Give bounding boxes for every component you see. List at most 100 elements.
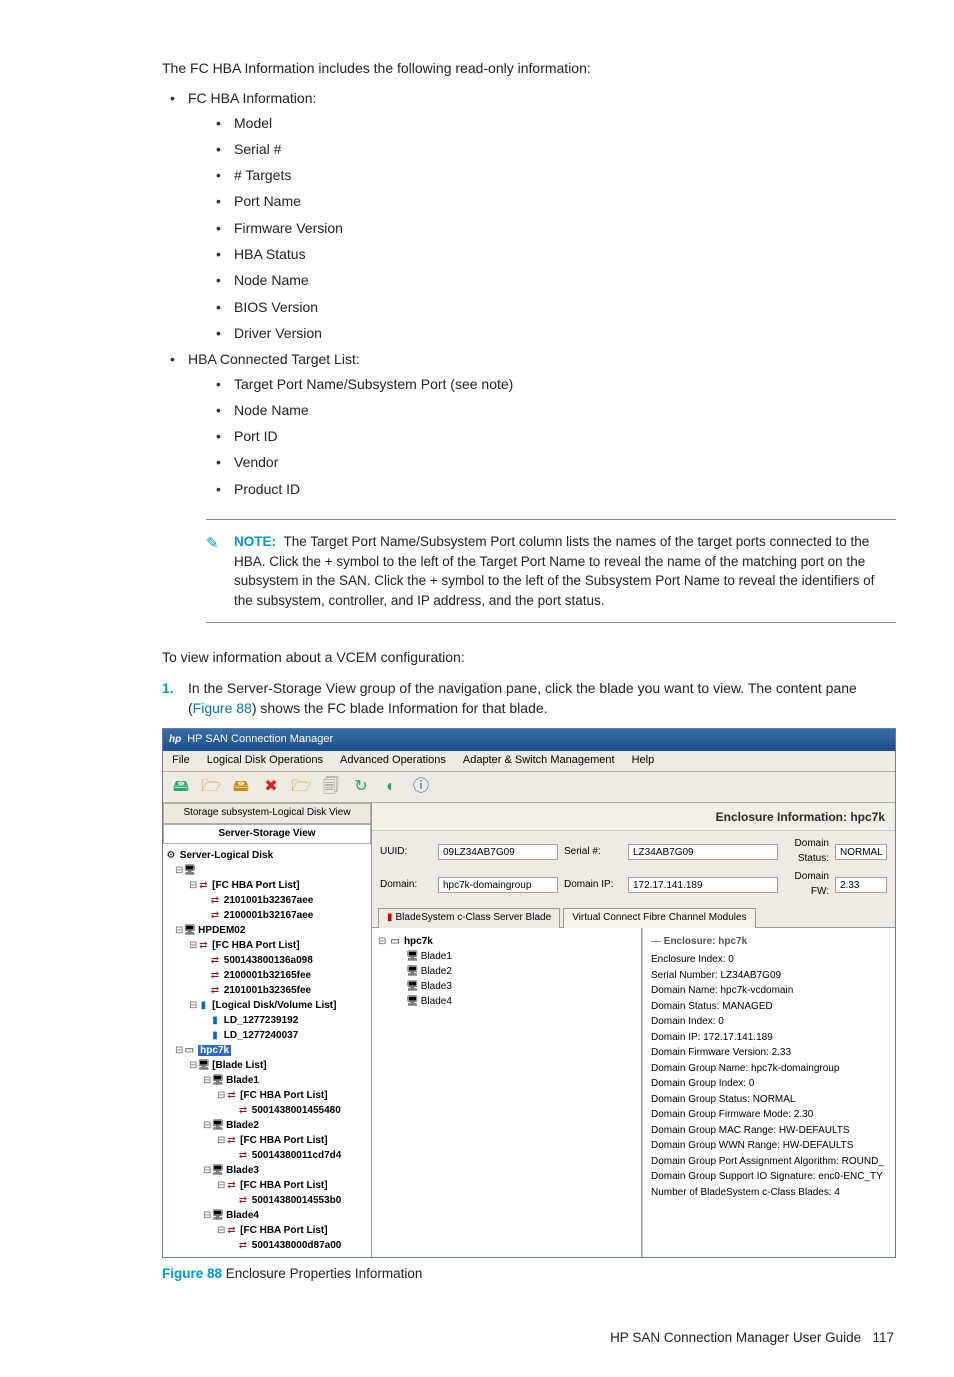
tab-blade-system[interactable]: ▮BladeSystem c-Class Server Blade bbox=[378, 908, 560, 928]
tree-item[interactable]: Blade4 bbox=[421, 996, 452, 1007]
detail-row: Enclosure Index: 0 bbox=[651, 952, 887, 968]
list-item: Target Port Name/Subsystem Port (see not… bbox=[188, 374, 896, 394]
detail-row: Domain Index: 0 bbox=[651, 1014, 887, 1030]
list-item: Serial # bbox=[188, 139, 896, 159]
step-text: In the Server-Storage View group of the … bbox=[188, 678, 896, 719]
detail-row: Domain Group Status: NORMAL bbox=[651, 1092, 887, 1108]
tree-item[interactable]: [Blade List] bbox=[212, 1060, 266, 1071]
detail-row: Domain Group MAC Range: HW-DEFAULTS bbox=[651, 1123, 887, 1139]
domain-fw-value: 2.33 bbox=[835, 877, 887, 893]
menu-help[interactable]: Help bbox=[625, 754, 662, 766]
tree-item[interactable]: Blade3 bbox=[421, 981, 452, 992]
note-block: ✎ NOTE: The Target Port Name/Subsystem P… bbox=[206, 519, 896, 623]
delete-icon[interactable]: ✖ bbox=[259, 775, 283, 799]
detail-row: Domain IP: 172.17.141.189 bbox=[651, 1030, 887, 1046]
list-item: Node Name bbox=[188, 400, 896, 420]
footer-title: HP SAN Connection Manager User Guide bbox=[610, 1330, 861, 1345]
tab-virtual-connect[interactable]: Virtual Connect Fibre Channel Modules bbox=[563, 908, 755, 928]
tree-item[interactable]: LD_1277240037 bbox=[224, 1030, 299, 1041]
tool-icon[interactable]: ◐ bbox=[379, 775, 403, 799]
tree-item[interactable]: [FC HBA Port List] bbox=[240, 1090, 327, 1101]
tree-item[interactable]: Blade2 bbox=[226, 1120, 259, 1131]
tree-item[interactable]: 500143800136a098 bbox=[224, 955, 313, 966]
detail-header: Enclosure: hpc7k bbox=[651, 934, 887, 950]
divider bbox=[206, 519, 896, 520]
tool-icon[interactable]: 🖴 bbox=[229, 775, 253, 799]
tree-item[interactable]: Blade2 bbox=[421, 966, 452, 977]
tree-item[interactable]: [FC HBA Port List] bbox=[240, 1180, 327, 1191]
blade-tree[interactable]: ⊟ ▭ hpc7k 🖥 Blade1 🖥 Blade2 🖥 Blade3 🖥 B… bbox=[372, 928, 642, 1257]
menu-file[interactable]: File bbox=[165, 754, 197, 766]
tree-item[interactable]: 5001438000d87a00 bbox=[252, 1240, 342, 1251]
main-list: FC HBA Information: Model Serial # # Tar… bbox=[162, 88, 896, 499]
disk-icon[interactable]: 🖴 bbox=[169, 775, 193, 799]
domain-ip-value: 172.17.141.189 bbox=[628, 877, 778, 893]
tool-icon[interactable]: 🗐 bbox=[319, 775, 343, 799]
tree-item[interactable]: 2101001b32365fee bbox=[224, 985, 311, 996]
tree-item[interactable]: Blade4 bbox=[226, 1210, 259, 1221]
tree-item[interactable]: Blade3 bbox=[226, 1165, 259, 1176]
blade-icon: ▮ bbox=[387, 912, 393, 923]
navigation-pane: Storage subsystem-Logical Disk View Serv… bbox=[163, 803, 372, 1257]
view-tab-server[interactable]: Server-Storage View bbox=[163, 824, 371, 845]
content-tabs: ▮BladeSystem c-Class Server Blade Virtua… bbox=[372, 905, 895, 927]
tree-item[interactable]: Blade1 bbox=[226, 1075, 259, 1086]
tree-item[interactable]: HPDEM02 bbox=[198, 925, 245, 936]
tree-item[interactable]: 2100001b32167aee bbox=[224, 910, 314, 921]
figure-reference[interactable]: Figure 88 bbox=[193, 700, 252, 716]
note-text: NOTE: The Target Port Name/Subsystem Por… bbox=[234, 532, 896, 610]
tree-item[interactable]: 2101001b32367aee bbox=[224, 895, 314, 906]
tree-item[interactable]: [FC HBA Port List] bbox=[240, 1225, 327, 1236]
tree-root[interactable]: Server-Logical Disk bbox=[180, 850, 273, 861]
detail-row: Domain Firmware Version: 2.33 bbox=[651, 1045, 887, 1061]
app-window: hp HP SAN Connection Manager File Logica… bbox=[162, 728, 896, 1258]
menu-logical-disk[interactable]: Logical Disk Operations bbox=[200, 754, 330, 766]
list-item: Node Name bbox=[188, 270, 896, 290]
info-grid: UUID: 09LZ34AB7G09 Serial #: LZ34AB7G09 … bbox=[372, 831, 895, 905]
tree-item[interactable]: [FC HBA Port List] bbox=[240, 1135, 327, 1146]
tree-item[interactable]: 5001438001455480 bbox=[252, 1105, 341, 1116]
tool-icon[interactable]: 🗁 bbox=[199, 775, 223, 799]
list-item: Vendor bbox=[188, 452, 896, 472]
list-item: Port Name bbox=[188, 191, 896, 211]
menubar: File Logical Disk Operations Advanced Op… bbox=[163, 751, 895, 772]
domain-status-value: NORMAL bbox=[835, 844, 887, 860]
step-1: 1. In the Server-Storage View group of t… bbox=[162, 678, 896, 719]
sublist-2: Target Port Name/Subsystem Port (see not… bbox=[188, 374, 896, 499]
uuid-label: UUID: bbox=[380, 845, 432, 860]
domain-fw-label: Domain FW: bbox=[784, 870, 829, 899]
domain-value: hpc7k-domaingroup bbox=[438, 877, 558, 893]
tree-item[interactable]: LD_1277239192 bbox=[224, 1015, 299, 1026]
tree-root[interactable]: hpc7k bbox=[404, 936, 433, 947]
sublist-1: Model Serial # # Targets Port Name Firmw… bbox=[188, 113, 896, 344]
menu-adapter-switch[interactable]: Adapter & Switch Management bbox=[456, 754, 622, 766]
nav-tree[interactable]: ⚙ Server-Logical Disk ⊟🖥 ⊟⇄ [FC HBA Port… bbox=[163, 844, 371, 1257]
hp-logo-icon: hp bbox=[169, 733, 181, 748]
refresh-icon[interactable]: ↻ bbox=[349, 775, 373, 799]
detail-row: Number of BladeSystem c-Class Blades: 4 bbox=[651, 1185, 887, 1201]
list-item: HBA Status bbox=[188, 244, 896, 264]
list-item: Model bbox=[188, 113, 896, 133]
tree-item[interactable]: [FC HBA Port List] bbox=[212, 880, 299, 891]
detail-row: Serial Number: LZ34AB7G09 bbox=[651, 968, 887, 984]
tree-item[interactable]: 50014380011cd7d4 bbox=[252, 1150, 342, 1161]
tree-item[interactable]: 2100001b32165fee bbox=[224, 970, 311, 981]
tree-item[interactable]: [Logical Disk/Volume List] bbox=[212, 1000, 336, 1011]
view-tab-storage[interactable]: Storage subsystem-Logical Disk View bbox=[163, 803, 371, 824]
serial-label: Serial #: bbox=[564, 845, 622, 860]
tree-item[interactable]: [FC HBA Port List] bbox=[212, 940, 299, 951]
detail-row: Domain Group Firmware Mode: 2.30 bbox=[651, 1107, 887, 1123]
window-title: HP SAN Connection Manager bbox=[187, 732, 333, 748]
list2-label: HBA Connected Target List: bbox=[188, 351, 360, 367]
list-item: Product ID bbox=[188, 479, 896, 499]
tree-item[interactable]: 50014380014553b0 bbox=[252, 1195, 342, 1206]
detail-row: Domain Group Support IO Signature: enc0-… bbox=[651, 1169, 887, 1185]
content-pane: Enclosure Information: hpc7k UUID: 09LZ3… bbox=[372, 803, 895, 1257]
info-icon[interactable]: ⓘ bbox=[409, 775, 433, 799]
toolbar: 🖴 🗁 🖴 ✖ 🗁 🗐 ↻ ◐ ⓘ bbox=[163, 772, 895, 803]
list1-label: FC HBA Information: bbox=[188, 90, 316, 106]
tree-item-selected[interactable]: hpc7k bbox=[198, 1045, 231, 1056]
tree-item[interactable]: Blade1 bbox=[421, 951, 452, 962]
menu-advanced[interactable]: Advanced Operations bbox=[333, 754, 453, 766]
tool-icon[interactable]: 🗁 bbox=[289, 775, 313, 799]
